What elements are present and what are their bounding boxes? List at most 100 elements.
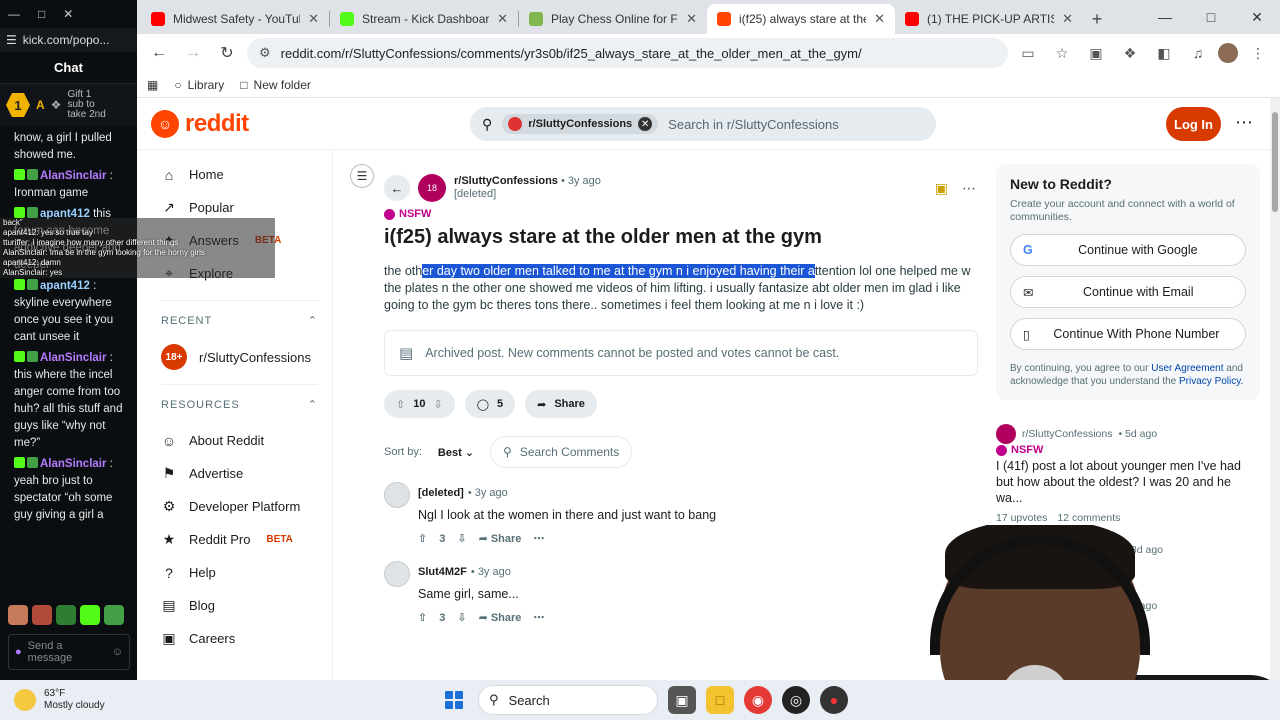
- privacy-policy-link[interactable]: Privacy Policy.: [1179, 376, 1243, 387]
- address-bar[interactable]: ⚙ reddit.com/r/SluttyConfessions/comment…: [247, 38, 1008, 68]
- comments-button[interactable]: ◯ 5: [464, 390, 516, 418]
- emote-icon[interactable]: [80, 605, 100, 625]
- resource-item[interactable]: ⚙ Developer Platform: [161, 490, 318, 523]
- clear-chip-icon[interactable]: ✕: [638, 117, 653, 131]
- downvote-icon[interactable]: ⇩: [457, 532, 466, 545]
- upvote-icon[interactable]: ⇧: [418, 611, 427, 624]
- resource-item[interactable]: ☺ About Reddit: [161, 424, 318, 457]
- chat-url-bar[interactable]: ☰ kick.com/popo...: [0, 28, 137, 52]
- resources-section-header[interactable]: RESOURCES ⌃: [161, 384, 318, 424]
- apps-grid-icon[interactable]: ▦: [147, 78, 158, 92]
- upvote-icon[interactable]: ⇧: [396, 398, 405, 411]
- more-options-icon[interactable]: ⋯: [1235, 112, 1253, 133]
- comment-share-button[interactable]: ➦ Share: [479, 611, 522, 624]
- recent-subreddit[interactable]: 18+ r/SluttyConfessions: [161, 340, 318, 374]
- pinned-gift-bar[interactable]: 1 A ❖ Gift 1 sub to take 2nd: [0, 84, 137, 126]
- resource-item[interactable]: ▤ Blog: [161, 589, 318, 622]
- install-app-icon[interactable]: ▭: [1014, 39, 1042, 67]
- subreddit-avatar[interactable]: 18: [418, 174, 446, 202]
- close-tab-icon[interactable]: ✕: [497, 11, 508, 27]
- post-options-icon[interactable]: ⋯: [962, 180, 976, 197]
- back-button[interactable]: ←: [145, 39, 173, 67]
- collapse-nav-icon[interactable]: ☰: [350, 164, 374, 188]
- emote-icon[interactable]: [104, 605, 124, 625]
- user-agreement-link[interactable]: User Agreement: [1151, 363, 1223, 374]
- chat-input[interactable]: ● Send a message ☺: [8, 634, 130, 670]
- task-view-icon[interactable]: ▣: [668, 686, 696, 714]
- browser-tab[interactable]: i(f25) always stare at the olde ✕: [707, 4, 895, 34]
- chrome-icon[interactable]: ◉: [744, 686, 772, 714]
- close-icon[interactable]: ✕: [1234, 0, 1280, 34]
- profile-avatar[interactable]: [1218, 43, 1238, 63]
- close-tab-icon[interactable]: ✕: [874, 11, 885, 27]
- puzzle-icon[interactable]: ❖: [1116, 39, 1144, 67]
- search-comments-input[interactable]: ⚲ Search Comments: [490, 436, 633, 468]
- continue-email-button[interactable]: ✉ Continue with Email: [1010, 276, 1246, 308]
- recent-section-header[interactable]: RECENT ⌃: [161, 300, 318, 340]
- comment-options-icon[interactable]: ⋯: [533, 611, 544, 624]
- comment-author[interactable]: Slut4M2F: [418, 566, 467, 578]
- close-tab-icon[interactable]: ✕: [686, 11, 697, 27]
- chat-username[interactable]: AlanSinclair: [40, 458, 106, 470]
- commenter-avatar[interactable]: [384, 482, 410, 508]
- maximize-icon[interactable]: □: [1188, 0, 1234, 34]
- obs-icon[interactable]: ◎: [782, 686, 810, 714]
- emote-icon[interactable]: [56, 605, 76, 625]
- browser-tab[interactable]: (1) THE PICK-UP ARTIST Clip ✕: [895, 4, 1083, 34]
- mic-icon[interactable]: ●: [15, 646, 22, 658]
- emote-icon[interactable]: [8, 605, 28, 625]
- downvote-icon[interactable]: ⇩: [457, 611, 466, 624]
- close-icon[interactable]: ✕: [63, 7, 73, 21]
- resource-item[interactable]: ⚑ Advertise: [161, 457, 318, 490]
- chat-username[interactable]: AlanSinclair: [40, 352, 106, 364]
- close-tab-icon[interactable]: ✕: [1062, 11, 1073, 27]
- menu-icon[interactable]: ⋮: [1244, 39, 1272, 67]
- minimize-icon[interactable]: —: [8, 7, 20, 21]
- taskbar-search[interactable]: ⚲ Search: [478, 685, 658, 715]
- emote-icon[interactable]: [32, 605, 52, 625]
- browser-tab[interactable]: Midwest Safety - YouTube ✕: [141, 4, 329, 34]
- comment-options-icon[interactable]: ⋯: [533, 532, 544, 545]
- file-explorer-icon[interactable]: □: [706, 686, 734, 714]
- windows-start-icon[interactable]: [440, 686, 468, 714]
- continue-google-button[interactable]: G Continue with Google: [1010, 234, 1246, 266]
- bookmark-library[interactable]: ○ Library: [174, 78, 224, 92]
- downvote-icon[interactable]: ⇩: [433, 398, 442, 411]
- weather-widget[interactable]: 63°F Mostly cloudy: [0, 688, 170, 712]
- site-info-icon[interactable]: ⚙: [259, 45, 271, 61]
- restore-icon[interactable]: □: [38, 7, 45, 21]
- resource-item[interactable]: ? Help: [161, 556, 318, 589]
- commenter-avatar[interactable]: [384, 561, 410, 587]
- minimize-icon[interactable]: —: [1142, 0, 1188, 34]
- related-post[interactable]: r/SluttyConfessions • 5d ago NSFW I (41f) …: [996, 422, 1260, 524]
- resource-item[interactable]: ★ Reddit Pro BETA: [161, 523, 318, 556]
- search-bar[interactable]: ⚲ r/SluttyConfessions ✕ Search in r/Slut…: [470, 107, 936, 141]
- sidebar-icon[interactable]: ◧: [1150, 39, 1178, 67]
- chat-username[interactable]: AlanSinclair: [40, 170, 106, 182]
- back-arrow-icon[interactable]: ←: [384, 175, 410, 201]
- login-button[interactable]: Log In: [1166, 107, 1221, 141]
- browser-tab[interactable]: Stream - Kick Dashboard ✕: [330, 4, 518, 34]
- extension-icon[interactable]: ▣: [1082, 39, 1110, 67]
- emoji-icon[interactable]: ☺: [112, 646, 123, 658]
- resource-item[interactable]: ▣ Careers: [161, 622, 318, 655]
- subreddit-search-chip[interactable]: r/SluttyConfessions ✕: [502, 114, 659, 134]
- comment-share-button[interactable]: ➦ Share: [479, 532, 522, 545]
- media-icon[interactable]: ♫: [1184, 39, 1212, 67]
- reddit-logo[interactable]: ☺ reddit: [151, 109, 249, 138]
- chat-username[interactable]: apant412: [40, 280, 90, 292]
- search-input[interactable]: Search in r/SluttyConfessions: [668, 117, 839, 132]
- forward-button[interactable]: →: [179, 39, 207, 67]
- continue-phone-button[interactable]: ▯ Continue With Phone Number: [1010, 318, 1246, 350]
- bookmark-new-folder[interactable]: □ New folder: [240, 78, 311, 92]
- scrollbar-thumb[interactable]: [1272, 112, 1278, 212]
- recording-app-icon[interactable]: ●: [820, 686, 848, 714]
- browser-tab[interactable]: Play Chess Online for FREE - ... ✕: [519, 4, 707, 34]
- upvote-icon[interactable]: ⇧: [418, 532, 427, 545]
- nav-item-home[interactable]: ⌂ Home: [161, 158, 318, 191]
- post-subreddit[interactable]: r/SluttyConfessions: [454, 175, 558, 187]
- sort-dropdown[interactable]: Best ⌄: [438, 446, 474, 459]
- share-button[interactable]: ➦ Share: [525, 390, 597, 418]
- comment-author[interactable]: [deleted]: [418, 487, 464, 499]
- close-tab-icon[interactable]: ✕: [308, 11, 319, 27]
